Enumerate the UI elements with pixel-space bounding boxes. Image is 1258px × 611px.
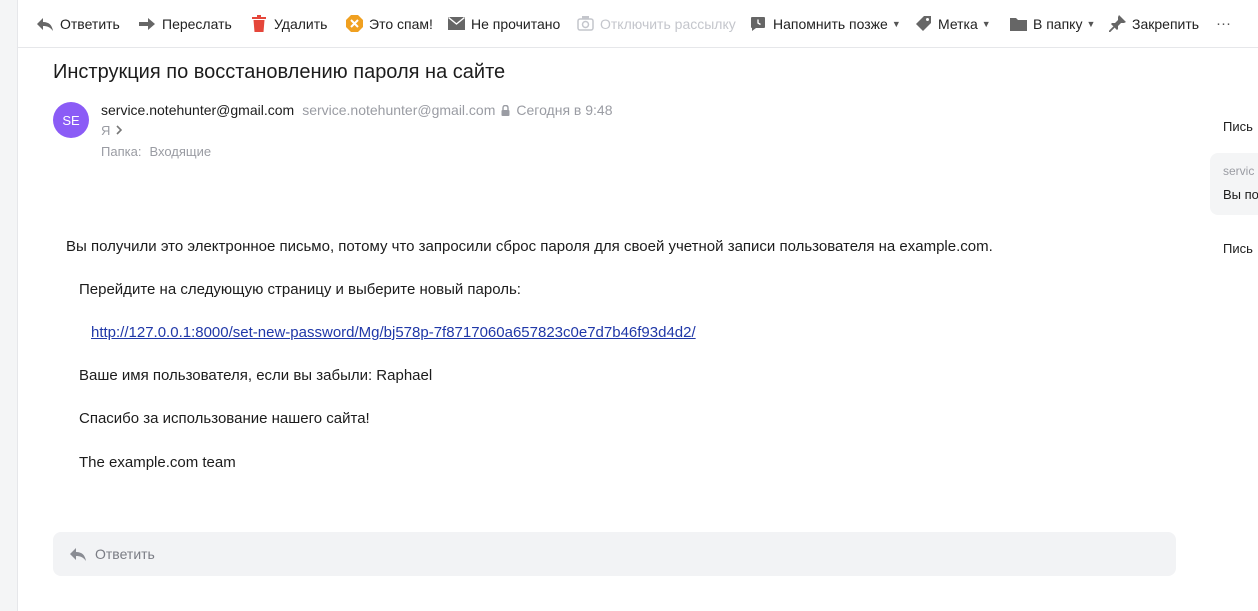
move-to-folder-label: В папку: [1033, 15, 1083, 32]
forward-button[interactable]: Переслать: [138, 0, 232, 47]
delete-button[interactable]: Удалить: [250, 0, 327, 47]
pin-label: Закрепить: [1132, 15, 1200, 32]
sender-name[interactable]: service.notehunter@gmail.com: [101, 102, 294, 118]
body-signature: The example.com team: [79, 454, 236, 471]
unsubscribe-icon: [576, 15, 594, 33]
forward-icon: [138, 15, 156, 33]
thread-card-preview: Вы по: [1223, 187, 1258, 202]
thread-card-sender: servic: [1223, 164, 1255, 178]
thread-item-2[interactable]: Пись: [1223, 241, 1253, 256]
reply-button[interactable]: Ответить: [36, 0, 120, 47]
label-button[interactable]: Метка ▼: [914, 0, 991, 47]
recipient-line[interactable]: Я: [101, 121, 123, 139]
folder-line: Папка: Входящие: [101, 142, 211, 160]
mark-unread-button[interactable]: Не прочитано: [447, 0, 560, 47]
thread-side-panel: Пись servic Вы по Пись: [1210, 100, 1258, 300]
reset-password-link[interactable]: http://127.0.0.1:8000/set-new-password/M…: [91, 324, 696, 341]
spam-button[interactable]: Это спам!: [345, 0, 433, 47]
thread-card-current[interactable]: [1210, 153, 1258, 215]
folder-value[interactable]: Входящие: [149, 144, 211, 159]
quick-reply-label: Ответить: [95, 546, 155, 562]
body-paragraph-1: Вы получили это электронное письмо, пото…: [66, 238, 993, 255]
body-paragraph-3: Ваше имя пользователя, если вы забыли: R…: [79, 367, 433, 384]
reminder-icon: [749, 15, 767, 33]
sender-line: service.notehunter@gmail.com service.not…: [101, 101, 613, 119]
avatar-initials: SE: [62, 112, 80, 128]
thread-item-1[interactable]: Пись: [1223, 119, 1253, 134]
chevron-right-icon: [116, 125, 123, 135]
recipient-name: Я: [101, 122, 111, 138]
envelope-icon: [447, 15, 465, 33]
forward-label: Переслать: [162, 15, 232, 32]
pin-icon: [1108, 15, 1126, 33]
remind-later-button[interactable]: Напомнить позже ▼: [749, 0, 901, 47]
quick-reply-bar[interactable]: Ответить: [53, 532, 1176, 576]
chevron-down-icon: ▼: [981, 18, 991, 29]
sender-avatar[interactable]: SE: [53, 102, 89, 138]
folder-label: Папка:: [101, 143, 142, 159]
unsubscribe-button[interactable]: Отключить рассылку: [576, 0, 736, 47]
more-icon: ···: [1216, 15, 1231, 32]
unsubscribe-label: Отключить рассылку: [600, 15, 736, 32]
chevron-down-icon: ▼: [891, 18, 901, 29]
more-button[interactable]: ···: [1216, 0, 1231, 47]
pin-button[interactable]: Закрепить: [1108, 0, 1199, 47]
left-sidebar-strip: [0, 0, 18, 611]
lock-icon: [501, 104, 510, 116]
sender-address[interactable]: service.notehunter@gmail.com: [302, 102, 495, 118]
mark-unread-label: Не прочитано: [471, 15, 561, 32]
spam-icon: [345, 15, 363, 33]
folder-icon: [1009, 15, 1027, 33]
label-label: Метка: [938, 15, 978, 32]
message-subject: Инструкция по восстановлению пароля на с…: [53, 61, 506, 83]
chevron-down-icon: ▼: [1086, 18, 1096, 29]
body-paragraph-4: Спасибо за использование нашего сайта!: [79, 410, 370, 427]
reply-icon: [69, 546, 87, 562]
message-toolbar: Ответить Переслать Удалить Это спам! Не …: [18, 0, 1258, 48]
delete-label: Удалить: [274, 15, 328, 32]
message-date: Сегодня в 9:48: [516, 102, 613, 118]
reply-icon: [36, 15, 54, 33]
body-paragraph-2: Перейдите на следующую страницу и выбери…: [79, 281, 521, 298]
tag-icon: [914, 15, 932, 33]
remind-later-label: Напомнить позже: [773, 15, 888, 32]
trash-icon: [250, 15, 268, 33]
reply-label: Ответить: [60, 15, 120, 32]
spam-label: Это спам!: [369, 15, 433, 32]
move-to-folder-button[interactable]: В папку ▼: [1009, 0, 1095, 47]
